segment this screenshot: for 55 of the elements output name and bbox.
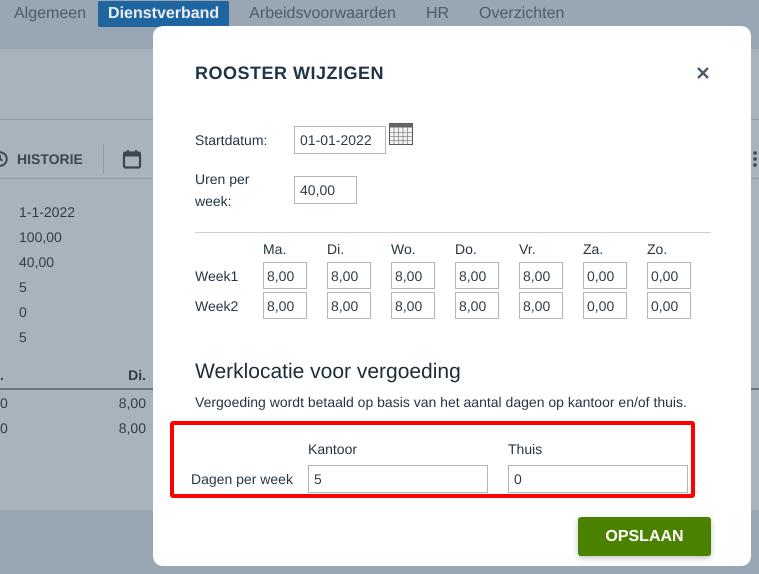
day-header: Zo. — [647, 240, 668, 259]
day-header: Di. — [327, 240, 346, 259]
section-heading: Werklocatie voor vergoeding — [195, 359, 462, 385]
value-text: 100,00 — [19, 228, 62, 247]
field-label: Uren per week: — [195, 170, 250, 211]
column-header: Di. — [127, 366, 146, 382]
day-header: Wo. — [391, 240, 417, 259]
value-text: 5 — [19, 328, 27, 347]
hours-field[interactable]: 8,00 — [327, 292, 371, 319]
days-field[interactable]: 0 — [508, 464, 688, 492]
tab[interactable]: Dienstverband — [98, 1, 230, 27]
hours-field[interactable]: 8,00 — [455, 262, 499, 289]
table-cell-text: 8,00 — [118, 420, 146, 436]
value-text: 40,00 — [19, 253, 54, 272]
days-field[interactable]: 5 — [308, 464, 488, 492]
hours-field[interactable]: 8,00 — [519, 262, 563, 289]
hours-field[interactable]: 0,00 — [647, 262, 691, 289]
table-cell-text: 0 — [0, 420, 9, 436]
date-field[interactable]: 01-01-2022 — [294, 126, 386, 154]
day-header: Ma. — [263, 240, 288, 259]
week-label: Week2 — [195, 298, 240, 314]
save-button[interactable]: OPSLAAN — [578, 517, 711, 556]
table-cell-text: 0 — [0, 394, 9, 410]
week-label: Week1 — [195, 268, 240, 284]
field-label: Kantoor — [308, 440, 358, 458]
field-label: Thuis — [508, 440, 544, 458]
day-header: Do. — [455, 240, 478, 259]
value-text: 0 — [19, 303, 27, 322]
column-header: . — [0, 366, 5, 382]
hours-field[interactable]: 40,00 — [294, 176, 357, 204]
hours-field[interactable]: 8,00 — [263, 292, 307, 319]
hours-field[interactable]: 8,00 — [263, 262, 307, 289]
description-text: Vergoeding wordt betaald op basis van het aantal dagen op kantoor en/of thuis. — [195, 393, 688, 411]
day-header: Vr. — [519, 240, 537, 259]
dialog-title: ROOSTER WIJZIGEN — [195, 62, 384, 84]
day-header: Za. — [583, 240, 604, 259]
hours-field[interactable]: 0,00 — [583, 262, 627, 289]
more-icon[interactable] — [753, 151, 757, 167]
hours-field[interactable]: 0,00 — [647, 292, 691, 319]
row-label: Dagen per week — [191, 470, 294, 486]
hours-field[interactable]: 0,00 — [583, 292, 627, 319]
hours-field[interactable]: 8,00 — [391, 262, 435, 289]
calendar-icon[interactable] — [389, 123, 413, 145]
hours-field[interactable]: 8,00 — [327, 262, 371, 289]
toolbar-button[interactable] — [122, 149, 142, 169]
value-text: 1-1-2022 — [19, 203, 76, 222]
hours-field[interactable]: 8,00 — [455, 292, 499, 319]
field-label: Startdatum: — [195, 132, 268, 148]
hours-field[interactable]: 8,00 — [391, 292, 435, 319]
table-cell-text: 8,00 — [118, 394, 146, 410]
close-icon[interactable] — [697, 67, 709, 79]
calendar-icon — [122, 149, 142, 169]
value-text: 5 — [19, 278, 27, 297]
hours-field[interactable]: 8,00 — [519, 292, 563, 319]
toolbar-button[interactable]: HISTORIE — [0, 150, 83, 168]
